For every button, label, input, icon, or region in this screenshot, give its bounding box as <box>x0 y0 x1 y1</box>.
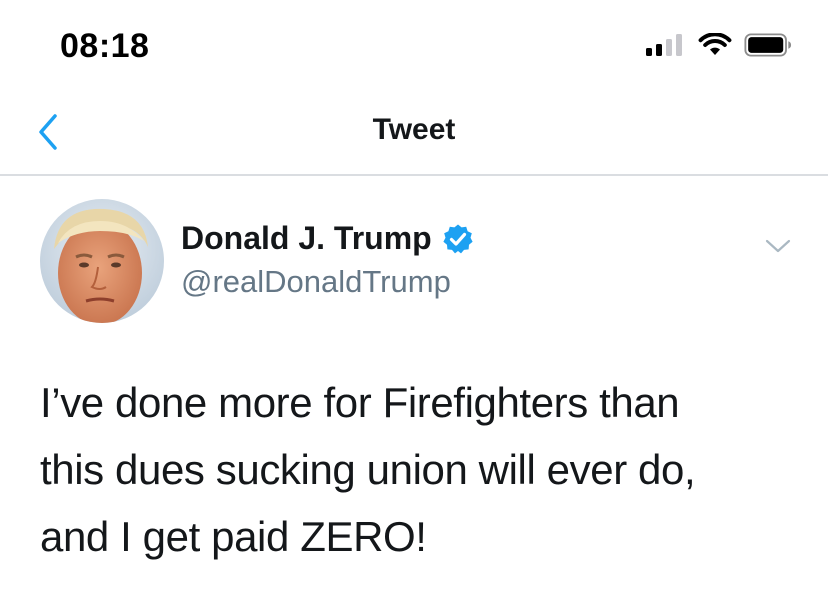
verified-badge-icon <box>442 223 474 255</box>
battery-icon <box>744 33 792 57</box>
chevron-down-icon <box>765 239 791 253</box>
tweet-text-line: I’ve done more for Firefighters than <box>40 379 680 426</box>
status-time: 08:18 <box>60 27 150 65</box>
cellular-signal-icon <box>646 34 686 56</box>
tweet-text-line: this dues sucking union will ever do, <box>40 446 696 493</box>
display-name: Donald J. Trump <box>181 220 432 256</box>
tweet: Donald J. Trump @realDonaldTrump I’ve do… <box>0 176 828 612</box>
author-name[interactable]: Donald J. Trump <box>181 220 474 257</box>
tweet-menu-button[interactable] <box>758 228 798 264</box>
page-title: Tweet <box>372 113 456 146</box>
navigation-bar: Tweet <box>0 96 828 176</box>
avatar[interactable] <box>40 199 164 323</box>
tweet-text-line: and I get paid ZERO! <box>40 513 427 560</box>
tweet-text: I’ve done more for Firefighters than thi… <box>40 369 800 570</box>
profile-photo <box>40 199 164 323</box>
wifi-icon <box>698 33 732 55</box>
status-bar: 08:18 <box>0 0 828 96</box>
status-icons <box>646 33 792 57</box>
author-handle[interactable]: @realDonaldTrump <box>181 264 451 300</box>
